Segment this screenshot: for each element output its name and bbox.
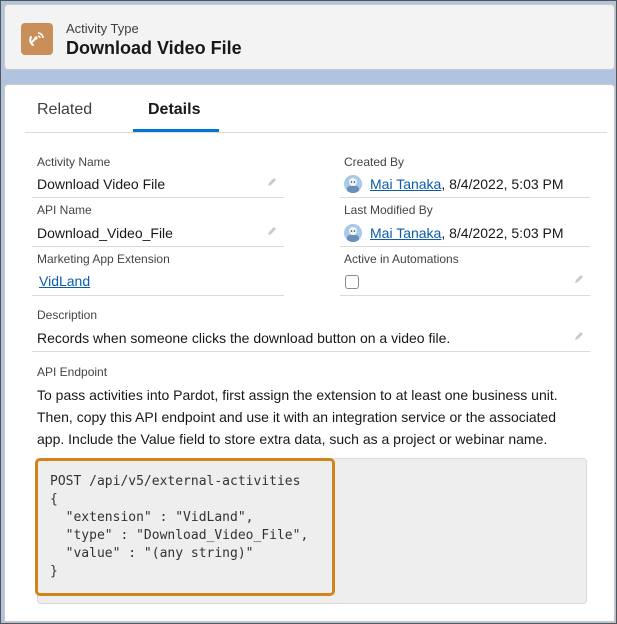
last-modified-by-label: Last Modified By — [344, 203, 433, 217]
active-in-automations-label: Active in Automations — [344, 252, 459, 266]
divider — [32, 246, 284, 247]
api-name-value: Download_Video_File — [37, 225, 173, 241]
activity-name-value: Download Video File — [37, 176, 166, 192]
api-name-label: API Name — [37, 203, 92, 217]
edit-pencil-icon[interactable] — [573, 330, 585, 342]
divider — [32, 351, 590, 352]
marketing-app-extension-link[interactable]: VidLand — [39, 273, 90, 289]
marketing-app-extension-label: Marketing App Extension — [37, 252, 170, 266]
last-modified-by-user-link[interactable]: Mai Tanaka — [370, 225, 441, 241]
record-header: Activity Type Download Video File — [4, 4, 615, 70]
object-type-label: Activity Type — [66, 21, 139, 36]
divider — [32, 197, 284, 198]
active-in-automations-checkbox[interactable] — [345, 275, 359, 289]
tab-details[interactable]: Details — [148, 101, 200, 119]
satellite-dish-icon — [21, 23, 53, 55]
edit-pencil-icon[interactable] — [573, 273, 585, 285]
edit-pencil-icon[interactable] — [266, 225, 278, 237]
active-tab-indicator — [133, 129, 219, 132]
edit-pencil-icon[interactable] — [266, 176, 278, 188]
api-endpoint-instructions: To pass activities into Pardot, first as… — [37, 387, 558, 447]
user-avatar — [344, 224, 362, 242]
user-avatar — [344, 175, 362, 193]
divider — [340, 197, 590, 198]
last-modified-by-value: Mai Tanaka, 8/4/2022, 5:03 PM — [370, 225, 564, 241]
record-title: Download Video File — [66, 38, 242, 58]
tab-related[interactable]: Related — [37, 101, 92, 119]
divider — [340, 295, 590, 296]
activity-name-label: Activity Name — [37, 155, 111, 169]
description-label: Description — [37, 308, 98, 322]
divider — [340, 246, 590, 247]
api-endpoint-code[interactable]: POST /api/v5/external-activities { "exte… — [50, 473, 308, 581]
created-by-user-link[interactable]: Mai Tanaka — [370, 176, 441, 192]
api-endpoint-label: API Endpoint — [37, 365, 108, 379]
created-by-datetime: , 8/4/2022, 5:03 PM — [441, 176, 564, 192]
description-value: Records when someone clicks the download… — [37, 330, 451, 346]
created-by-label: Created By — [344, 155, 405, 169]
created-by-value: Mai Tanaka, 8/4/2022, 5:03 PM — [370, 176, 564, 192]
tab-bar: Related Details — [25, 85, 607, 133]
divider — [32, 295, 284, 296]
last-modified-by-datetime: , 8/4/2022, 5:03 PM — [441, 225, 564, 241]
